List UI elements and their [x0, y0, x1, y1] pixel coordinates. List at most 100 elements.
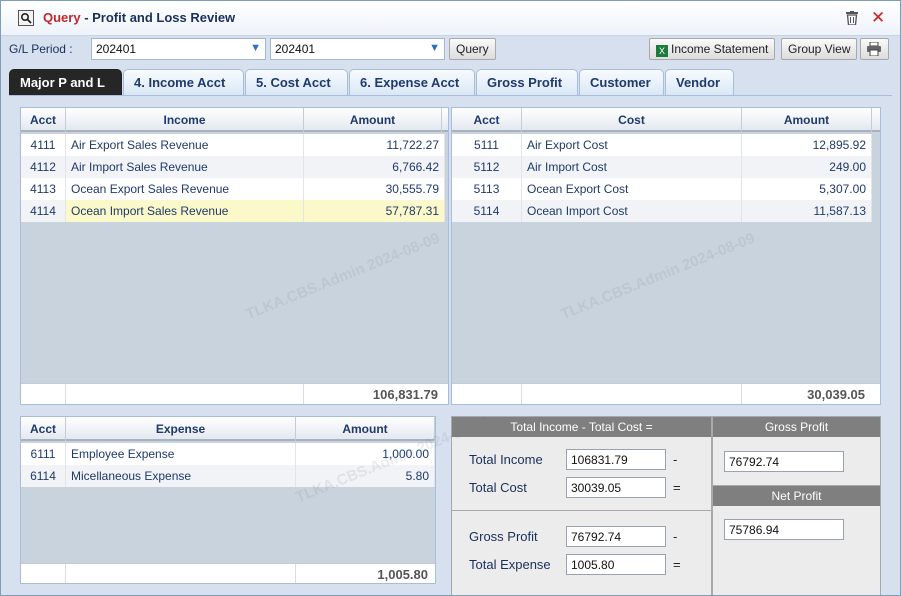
acct-cell: 4111: [21, 134, 66, 156]
income-statement-button[interactable]: X Income Statement: [649, 38, 776, 60]
calc-panel-header: Total Income - Total Cost =: [452, 417, 711, 437]
cost-total: 30,039.05: [807, 387, 865, 402]
column-header-amount[interactable]: Amount: [296, 417, 435, 441]
acct-cell: 6111: [21, 443, 66, 465]
tab-label: 4. Income Acct: [134, 75, 226, 90]
acct-cell: 5111: [452, 134, 522, 156]
trash-icon[interactable]: [846, 11, 858, 28]
column-header-acct[interactable]: Acct: [452, 108, 522, 132]
footer-cell: [66, 384, 304, 404]
equals-sign: =: [673, 557, 681, 572]
minus-sign: -: [673, 452, 678, 467]
total-income-label: Total Income: [469, 452, 543, 467]
name-cell: Micellaneous Expense: [66, 465, 296, 487]
cost-grid-header: Acct Cost Amount: [452, 108, 880, 132]
table-row[interactable]: 5113 Ocean Export Cost 5,307.00: [452, 178, 872, 200]
name-cell: Ocean Import Cost: [522, 200, 742, 222]
name-cell: Air Export Sales Revenue: [66, 134, 304, 156]
net-profit-panel: Net Profit 75786.94: [712, 485, 881, 595]
total-expense-field[interactable]: 1005.80: [566, 554, 666, 575]
column-header-acct[interactable]: Acct: [21, 108, 66, 132]
name-cell: Air Import Sales Revenue: [66, 156, 304, 178]
income-total: 106,831.79: [372, 387, 438, 402]
equals-sign: =: [673, 480, 681, 495]
amount-cell: 30,555.79: [304, 178, 445, 200]
amount-cell: 11,722.27: [304, 134, 445, 156]
column-header-amount[interactable]: Amount: [742, 108, 872, 132]
divider: [452, 510, 711, 511]
magnifier-icon: [18, 10, 34, 26]
excel-icon: X: [656, 45, 668, 57]
gross-profit-result-field[interactable]: 76792.74: [724, 451, 844, 472]
tab-vendor[interactable]: Vendor: [665, 69, 734, 95]
group-view-label: Group View: [788, 42, 851, 56]
amount-cell: 249.00: [742, 156, 872, 178]
table-row[interactable]: 6111 Employee Expense 1,000.00: [21, 443, 435, 465]
acct-cell: 5114: [452, 200, 522, 222]
table-row[interactable]: 5111 Air Export Cost 12,895.92: [452, 134, 872, 156]
tab-expense-acct[interactable]: 6. Expense Acct: [349, 69, 475, 95]
print-button[interactable]: [860, 38, 889, 60]
gross-profit-field[interactable]: 76792.74: [566, 526, 666, 547]
title-query-word: Query: [43, 10, 81, 25]
column-header-income[interactable]: Income: [66, 108, 304, 132]
income-minus-cost-panel: Total Income - Total Cost = Total Income…: [451, 416, 712, 595]
window-title: Query - Profit and Loss Review: [43, 10, 235, 25]
name-cell: Air Import Cost: [522, 156, 742, 178]
tab-label: Customer: [590, 75, 651, 90]
table-row-selected[interactable]: 4114 Ocean Import Sales Revenue 57,787.3…: [21, 200, 445, 222]
cost-grid: Acct Cost Amount 5111 Air Export Cost 12…: [451, 107, 881, 405]
table-row[interactable]: 4112 Air Import Sales Revenue 6,766.42: [21, 156, 445, 178]
chevron-down-icon[interactable]: ▼: [250, 42, 261, 54]
query-button[interactable]: Query: [449, 38, 496, 60]
acct-cell: 4112: [21, 156, 66, 178]
column-header-acct[interactable]: Acct: [21, 417, 66, 441]
column-header-expense[interactable]: Expense: [66, 417, 296, 441]
table-row[interactable]: 4113 Ocean Export Sales Revenue 30,555.7…: [21, 178, 445, 200]
tab-income-acct[interactable]: 4. Income Acct: [123, 69, 244, 95]
net-profit-result-field[interactable]: 75786.94: [724, 519, 844, 540]
tab-label: 5. Cost Acct: [256, 75, 331, 90]
close-icon[interactable]: ✕: [871, 9, 885, 26]
table-row[interactable]: 4111 Air Export Sales Revenue 11,722.27: [21, 134, 445, 156]
amount-cell: 6,766.42: [304, 156, 445, 178]
net-profit-header: Net Profit: [713, 486, 880, 506]
amount-cell: 5.80: [296, 465, 435, 487]
amount-cell: 5,307.00: [742, 178, 872, 200]
tab-customer[interactable]: Customer: [579, 69, 664, 95]
name-cell: Employee Expense: [66, 443, 296, 465]
footer-cell: [66, 564, 296, 583]
tab-label: Vendor: [676, 75, 721, 90]
query-button-label: Query: [456, 42, 489, 56]
total-cost-field[interactable]: 30039.05: [566, 477, 666, 498]
period-from-select[interactable]: 202401 ▼: [91, 38, 266, 60]
gross-profit-header: Gross Profit: [713, 417, 880, 437]
column-header-cost[interactable]: Cost: [522, 108, 742, 132]
minus-sign: -: [673, 529, 678, 544]
expense-grid-header: Acct Expense Amount: [21, 417, 435, 441]
tab-gross-profit[interactable]: Gross Profit: [476, 69, 578, 95]
expense-total: 1,005.80: [377, 567, 428, 582]
tab-major-p-and-l[interactable]: Major P and L: [9, 69, 122, 95]
footer-cell: [452, 384, 522, 404]
major-p-and-l-panel: Acct Income Amount 4111 Air Export Sales…: [9, 95, 892, 595]
toolbar: G/L Period : 202401 ▼ 202401 ▼ Query X In…: [1, 36, 900, 64]
acct-cell: 5113: [452, 178, 522, 200]
table-row[interactable]: 6114 Micellaneous Expense 5.80: [21, 465, 435, 487]
printer-icon: [866, 41, 882, 59]
tab-label: 6. Expense Acct: [360, 75, 460, 90]
group-view-button[interactable]: Group View: [781, 38, 858, 60]
gross-profit-panel: Gross Profit 76792.74: [712, 416, 881, 487]
footer-cell: [522, 384, 742, 404]
amount-cell: 12,895.92: [742, 134, 872, 156]
tab-label: Gross Profit: [487, 75, 563, 90]
table-row[interactable]: 5112 Air Import Cost 249.00: [452, 156, 872, 178]
tab-cost-acct[interactable]: 5. Cost Acct: [245, 69, 348, 95]
total-income-field[interactable]: 106831.79: [566, 449, 666, 470]
column-header-amount[interactable]: Amount: [304, 108, 442, 132]
acct-cell: 6114: [21, 465, 66, 487]
table-row[interactable]: 5114 Ocean Import Cost 11,587.13: [452, 200, 872, 222]
chevron-down-icon[interactable]: ▼: [429, 42, 440, 54]
period-to-select[interactable]: 202401 ▼: [270, 38, 445, 60]
name-cell: Ocean Import Sales Revenue: [66, 200, 304, 222]
